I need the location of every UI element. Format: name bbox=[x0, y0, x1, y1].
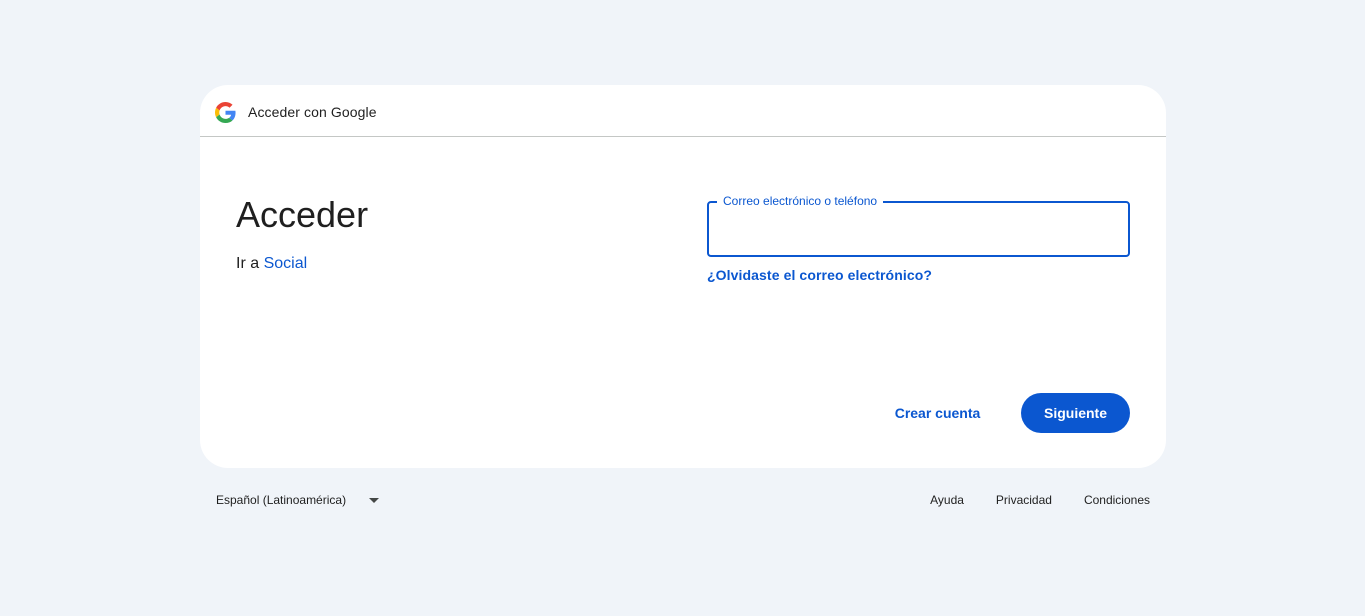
privacy-link[interactable]: Privacidad bbox=[996, 493, 1052, 507]
subtext: Ir a Social bbox=[236, 255, 307, 273]
language-selector[interactable]: Español (Latinoamérica) bbox=[216, 493, 380, 507]
email-input[interactable] bbox=[709, 203, 1128, 255]
sign-in-card: Acceder con Google Acceder Ir a Social C… bbox=[200, 85, 1166, 468]
language-label: Español (Latinoamérica) bbox=[216, 493, 347, 507]
email-label: Correo electrónico o teléfono bbox=[717, 194, 884, 208]
header-title: Acceder con Google bbox=[248, 104, 377, 120]
card-header: Acceder con Google bbox=[200, 85, 1166, 137]
forgot-email-link[interactable]: ¿Olvidaste el correo electrónico? bbox=[707, 267, 932, 283]
caret-down-icon bbox=[369, 497, 380, 503]
next-button[interactable]: Siguiente bbox=[1021, 393, 1130, 433]
google-g-icon bbox=[215, 102, 236, 123]
footer-links: Ayuda Privacidad Condiciones bbox=[898, 493, 1150, 507]
subtext-prefix: Ir a bbox=[236, 255, 264, 272]
email-field[interactable]: Correo electrónico o teléfono bbox=[707, 194, 1130, 257]
page-title: Acceder bbox=[236, 194, 369, 235]
create-account-button[interactable]: Crear cuenta bbox=[876, 393, 999, 433]
help-link[interactable]: Ayuda bbox=[930, 493, 964, 507]
app-link[interactable]: Social bbox=[264, 255, 308, 272]
terms-link[interactable]: Condiciones bbox=[1084, 493, 1150, 507]
